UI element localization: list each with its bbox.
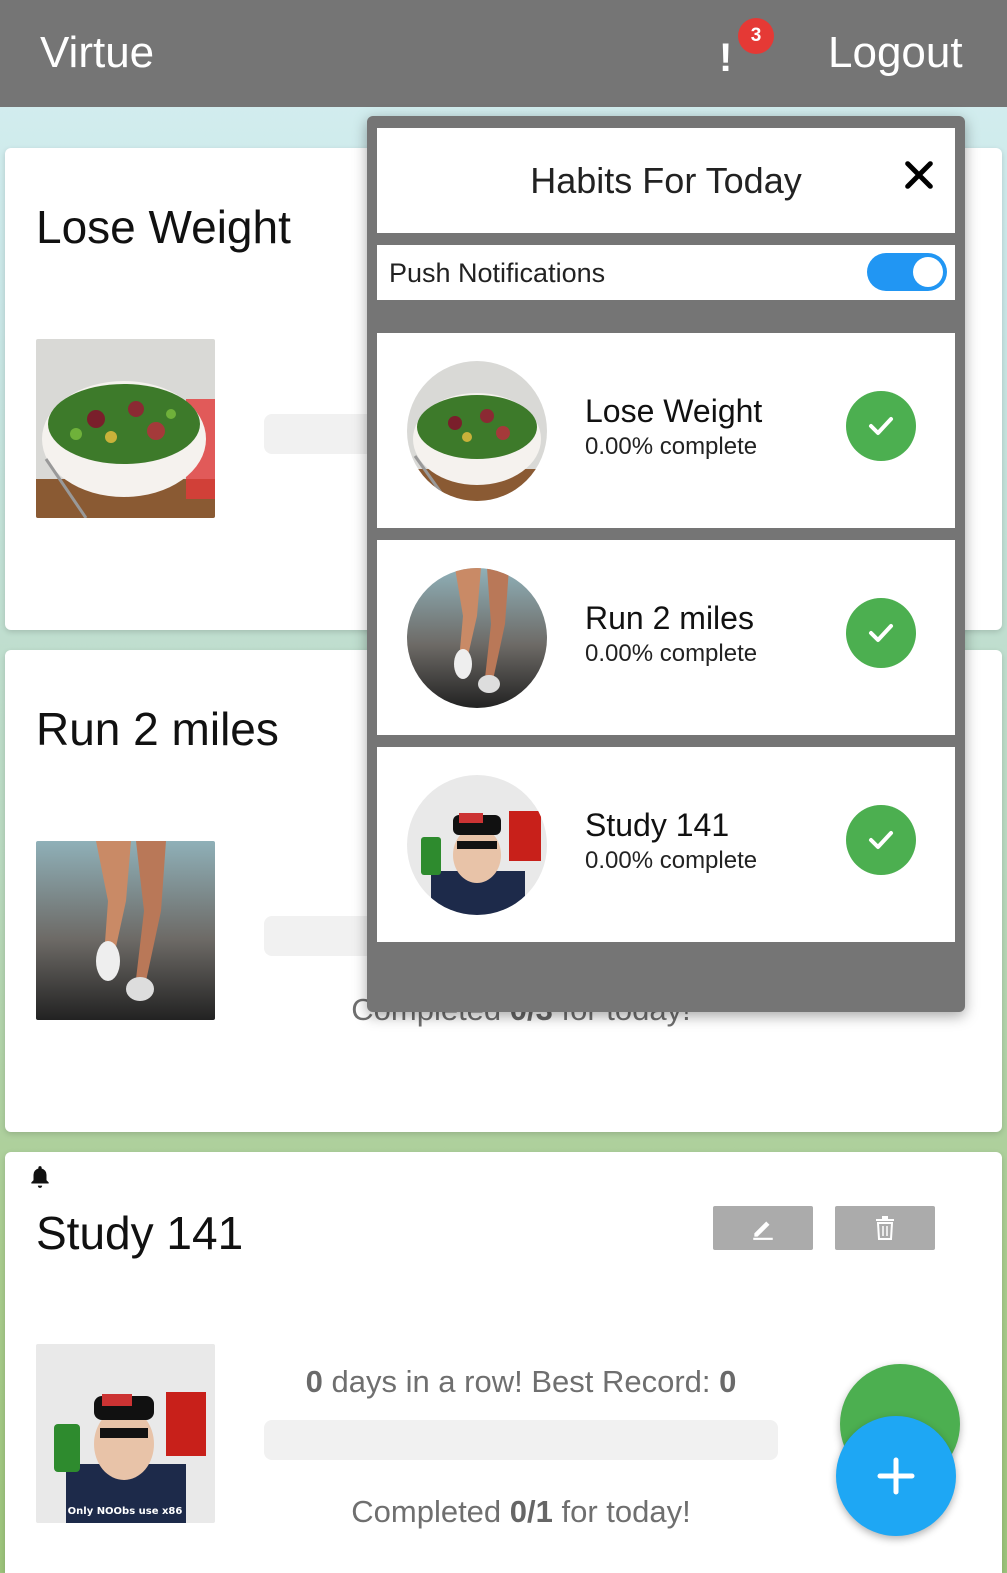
habit-title: Study 141 — [36, 1207, 244, 1259]
popup-habit-name: Study 141 — [585, 807, 730, 843]
top-bar: Virtue ! 3 Logout — [0, 0, 1007, 107]
habit-title: Run 2 miles — [36, 703, 279, 755]
toggle-knob — [913, 257, 943, 287]
habit-title: Lose Weight — [36, 201, 291, 253]
add-habit-button[interactable] — [836, 1416, 956, 1536]
popup-habit-item: Study 141 0.00% complete — [377, 747, 955, 942]
notification-count-badge: 3 — [738, 18, 774, 54]
popup-habit-item: Lose Weight 0.00% complete — [377, 333, 955, 528]
popup-habit-name: Run 2 miles — [585, 600, 754, 636]
popup-habit-item: Run 2 miles 0.00% complete — [377, 540, 955, 735]
running-legs-image — [36, 841, 215, 1020]
popup-habit-name: Lose Weight — [585, 393, 763, 429]
logout-button[interactable]: Logout — [828, 28, 963, 78]
edit-icon — [753, 1221, 773, 1240]
check-icon — [869, 417, 893, 435]
check-icon — [869, 624, 893, 642]
edit-button[interactable] — [713, 1206, 813, 1250]
push-notifications-row: Push Notifications — [377, 245, 955, 300]
popup-habit-progress: 0.00% complete — [585, 433, 758, 460]
push-notifications-label: Push Notifications — [389, 258, 606, 288]
progress-bar — [264, 1420, 778, 1460]
salad-bowl-avatar — [407, 361, 547, 501]
completed-text: Completed 0/1 for today! — [351, 1494, 691, 1529]
trash-icon — [876, 1216, 894, 1240]
popup-header: Habits For Today — [377, 128, 955, 233]
student-meme-image: Only NOObs use x86 — [36, 1344, 215, 1523]
salad-bowl-image — [36, 339, 215, 518]
running-legs-avatar — [407, 568, 547, 708]
bell-icon — [31, 1166, 49, 1188]
habits-today-popup: Habits For Today Push Notifications Lose… — [367, 116, 965, 1012]
svg-text:Only NOObs use x86: Only NOObs use x86 — [68, 1506, 183, 1517]
notifications-button[interactable]: ! 3 — [705, 18, 775, 88]
check-icon — [869, 831, 893, 849]
popup-habit-progress: 0.00% complete — [585, 640, 758, 667]
push-notifications-toggle[interactable] — [867, 253, 947, 291]
app-brand[interactable]: Virtue — [40, 28, 154, 78]
delete-button[interactable] — [835, 1206, 935, 1250]
complete-habit-button[interactable] — [846, 598, 916, 668]
alert-icon: ! — [719, 36, 733, 80]
complete-habit-button[interactable] — [846, 805, 916, 875]
popup-habit-progress: 0.00% complete — [585, 847, 758, 874]
add-icon — [877, 1457, 915, 1495]
complete-habit-button[interactable] — [846, 391, 916, 461]
student-meme-avatar — [407, 775, 547, 915]
close-icon[interactable] — [902, 158, 936, 192]
popup-title: Habits For Today — [530, 160, 802, 201]
streak-text: 0 days in a row! Best Record: 0 — [305, 1364, 737, 1399]
